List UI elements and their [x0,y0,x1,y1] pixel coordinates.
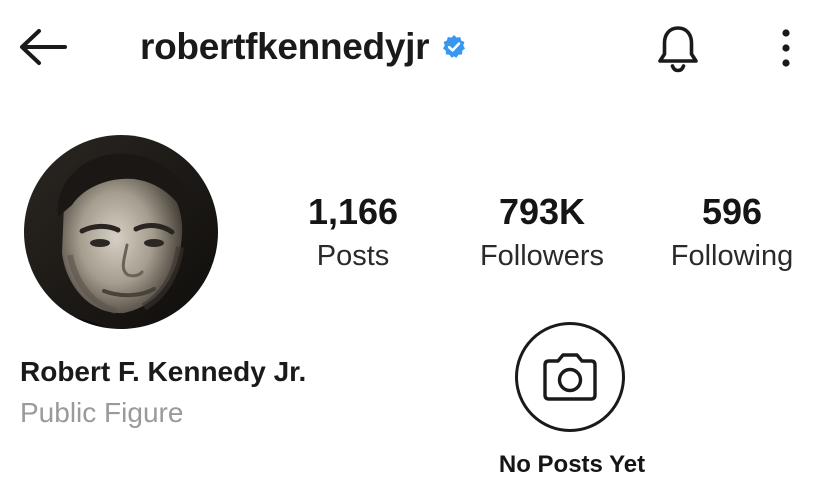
profile-photo [24,135,218,329]
followers-count: 793K [498,191,586,232]
profile-category: Public Figure [20,397,184,428]
avatar[interactable] [24,135,218,329]
username: robertfkennedyjr [140,26,430,67]
posts-stat[interactable]: 1,166 Posts [273,190,433,274]
followers-stat[interactable]: 793K Followers [462,190,622,274]
following-count: 596 [701,191,763,232]
notifications-button[interactable] [648,20,708,76]
arrow-left-icon [20,29,67,65]
posts-label: Posts [316,240,390,272]
followers-label: Followers [479,240,605,272]
following-label: Following [670,240,794,272]
empty-state-camera [515,322,625,432]
bell-icon [658,26,698,73]
posts-count: 1,166 [307,191,399,232]
header-title: robertfkennedyjr [140,22,467,72]
more-vertical-icon [782,29,790,67]
camera-icon [543,353,597,401]
full-name: Robert F. Kennedy Jr. [20,356,307,387]
verified-badge-icon [441,34,467,60]
more-options-button[interactable] [766,22,806,74]
profile-screen: robertfkennedyjr 1,166 Posts 793K Follow… [0,0,820,500]
empty-state-title: No Posts Yet [498,451,646,478]
following-stat[interactable]: 596 Following [652,190,812,274]
back-button[interactable] [14,22,72,72]
